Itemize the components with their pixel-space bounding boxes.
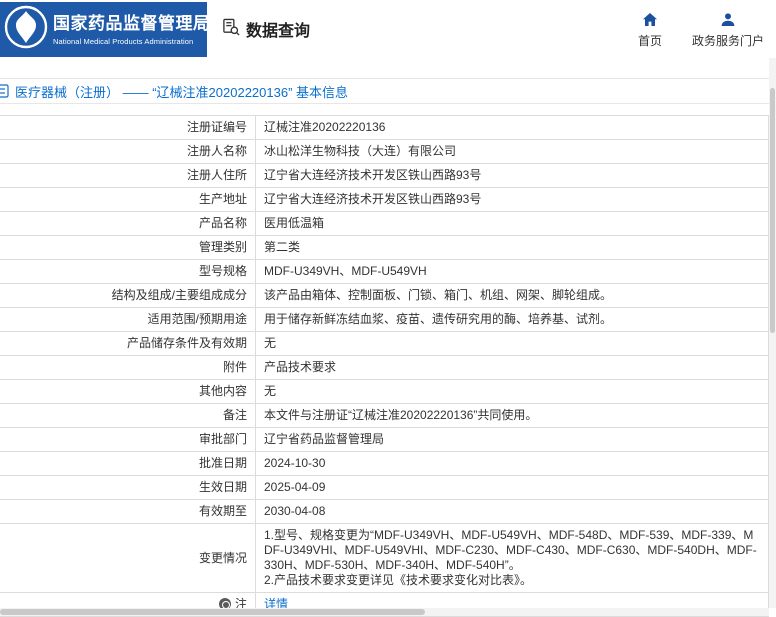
row-value: 2030-04-08 — [255, 499, 769, 524]
table-row: 注册人名称 冰山松洋生物科技（大连）有限公司 — [0, 139, 769, 164]
row-value: 辽宁省药品监督管理局 — [255, 427, 769, 452]
horizontal-scrollbar-thumb[interactable] — [0, 609, 425, 615]
nav-home[interactable]: 首页 — [638, 11, 662, 49]
row-label: 审批部门 — [0, 427, 256, 452]
row-value: 2024-10-30 — [255, 451, 769, 476]
row-label: 型号规格 — [0, 259, 256, 284]
nav-portal[interactable]: 政务服务门户 — [692, 11, 764, 49]
table-row: 结构及组成/主要组成成分 该产品由箱体、控制面板、门锁、箱门、机组、网架、脚轮组成… — [0, 283, 769, 308]
horizontal-scrollbar-track[interactable] — [0, 608, 769, 616]
row-label: 注册人名称 — [0, 139, 256, 164]
row-value-line: 1.型号、规格变更为“MDF-U349VH、MDF-U549VH、MDF-548… — [264, 528, 757, 572]
breadcrumb: 医疗器械（注册） —— “辽械注准20202220136” 基本信息 — [0, 78, 769, 104]
row-value: 产品技术要求 — [255, 355, 769, 380]
row-label: 变更情况 — [0, 523, 256, 593]
table-row: 注册人住所 辽宁省大连经济技术开发区铁山西路93号 — [0, 163, 769, 188]
row-label: 管理类别 — [0, 235, 256, 260]
row-label: 注册人住所 — [0, 163, 256, 188]
row-value: 2025-04-09 — [255, 475, 769, 500]
row-value: 用于储存新鲜冻结血浆、疫苗、遗传研究用的酶、培养基、试剂。 — [255, 307, 769, 332]
data-query-icon — [222, 18, 240, 41]
vertical-scrollbar-track[interactable] — [769, 58, 776, 608]
row-label: 有效期至 — [0, 499, 256, 524]
row-label: 生效日期 — [0, 475, 256, 500]
nav-home-label: 首页 — [637, 34, 662, 48]
row-label: 批准日期 — [0, 451, 256, 476]
row-value: 辽宁省大连经济技术开发区铁山西路93号 — [255, 187, 769, 212]
row-label: 附件 — [0, 355, 256, 380]
row-value: 辽宁省大连经济技术开发区铁山西路93号 — [255, 163, 769, 188]
row-label: 产品名称 — [0, 211, 256, 236]
breadcrumb-text: 医疗器械（注册） —— “辽械注准20202220136” 基本信息 — [15, 84, 349, 100]
row-value: 第二类 — [255, 235, 769, 260]
table-row: 批准日期 2024-10-30 — [0, 451, 769, 476]
table-row: 备注 本文件与注册证“辽械注准20202220136”共同使用。 — [0, 403, 769, 428]
org-name-en: National Medical Products Administration — [53, 36, 194, 46]
org-name-cn: 国家药品监督管理局 — [53, 14, 211, 34]
table-row: 产品储存条件及有效期无 — [0, 331, 769, 356]
row-value: 本文件与注册证“辽械注准20202220136”共同使用。 — [255, 403, 769, 428]
breadcrumb-icon — [0, 84, 9, 98]
table-row: 生产地址 辽宁省大连经济技术开发区铁山西路93号 — [0, 187, 769, 212]
table-row: 管理类别 第二类 — [0, 235, 769, 260]
row-value: 冰山松洋生物科技（大连）有限公司 — [255, 139, 769, 164]
row-value: 无 — [255, 331, 769, 356]
table-row: 生效日期 2025-04-09 — [0, 475, 769, 500]
row-value: 该产品由箱体、控制面板、门锁、箱门、机组、网架、脚轮组成。 — [255, 283, 769, 308]
table-row: 型号规格 MDF-U349VH、MDF-U549VH — [0, 259, 769, 284]
table-row: 注册证编号 辽械注准20202220136 — [0, 115, 769, 140]
info-table-body: 注册证编号 辽械注准20202220136 注册人名称 冰山松洋生物科技（大连）有限公… — [0, 115, 769, 617]
table-row: 其他内容无 — [0, 379, 769, 404]
nav-portal-label: 政务服务门户 — [691, 34, 764, 48]
row-value: 辽械注准20202220136 — [255, 115, 769, 140]
section-title-block: 数据查询 — [222, 17, 310, 41]
row-label: 适用范围/预期用途 — [0, 307, 256, 332]
top-nav: 首页 政务服务门户 — [638, 11, 764, 49]
nmpa-logo-icon — [4, 5, 48, 54]
row-value: 1.型号、规格变更为“MDF-U349VH、MDF-U549VH、MDF-548… — [255, 523, 769, 593]
row-value: 无 — [255, 379, 769, 404]
table-row: 产品名称 医用低温箱 — [0, 211, 769, 236]
row-value: 医用低温箱 — [255, 211, 769, 236]
nmpa-logo-block[interactable]: 国家药品监督管理局 National Medical Products Admi… — [0, 2, 210, 57]
top-header: 国家药品监督管理局 National Medical Products Admi… — [0, 0, 776, 78]
table-row: 适用范围/预期用途 用于储存新鲜冻结血浆、疫苗、遗传研究用的酶、培养基、试剂。 — [0, 307, 769, 332]
table-row: 附件 产品技术要求 — [0, 355, 769, 380]
row-value: MDF-U349VH、MDF-U549VH — [255, 259, 769, 284]
vertical-scrollbar-thumb[interactable] — [770, 88, 775, 333]
row-value-line: 2.产品技术要求变更详见《技术要求变化对比表》。 — [264, 573, 533, 587]
user-icon — [720, 11, 736, 28]
section-title: 数据查询 — [246, 23, 311, 40]
row-label: 结构及组成/主要组成成分 — [0, 283, 256, 308]
info-table: 注册证编号 辽械注准20202220136 注册人名称 冰山松洋生物科技（大连）有限公… — [0, 115, 769, 617]
table-row: 变更情况 1.型号、规格变更为“MDF-U349VH、MDF-U549VH、MDF… — [0, 523, 769, 593]
table-row: 有效期至 2030-04-08 — [0, 499, 769, 524]
row-label: 注册证编号 — [0, 115, 256, 140]
row-label: 生产地址 — [0, 187, 256, 212]
row-label: 备注 — [0, 403, 256, 428]
row-label: 产品储存条件及有效期 — [0, 331, 256, 356]
row-label: 其他内容 — [0, 379, 256, 404]
table-row: 审批部门 辽宁省药品监督管理局 — [0, 427, 769, 452]
home-icon — [642, 11, 658, 28]
